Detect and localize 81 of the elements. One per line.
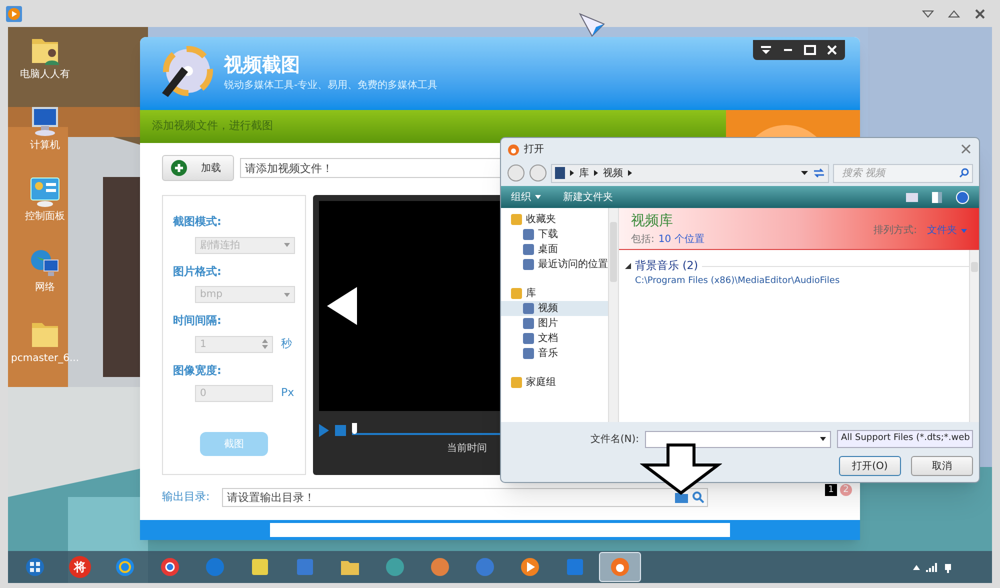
nav-item[interactable]: 收藏夹 (501, 212, 608, 227)
plus-icon (171, 160, 187, 176)
desktop-icon-label[interactable]: 电脑人人有 (20, 67, 70, 82)
stop-icon[interactable] (335, 424, 346, 436)
option-label: 图像宽度: (173, 362, 222, 378)
film-icon (555, 167, 565, 179)
filename-label: 文件名(N): (590, 432, 639, 446)
chevron-icon (628, 170, 632, 176)
caret-icon (535, 195, 541, 199)
caret-icon[interactable] (801, 171, 808, 175)
address-bar[interactable]: 库 视频 (551, 164, 829, 182)
filename-field[interactable] (645, 430, 831, 448)
open-button[interactable]: 打开(O) (839, 456, 901, 476)
play-icon (519, 556, 541, 578)
group-header[interactable]: 背景音乐 (2) (635, 258, 698, 274)
search-icon[interactable] (692, 490, 704, 502)
slider-thumb[interactable] (352, 423, 357, 434)
load-button[interactable]: 加载 (162, 155, 234, 181)
maximize-icon[interactable] (802, 44, 818, 56)
library-title: 视频库 (631, 212, 674, 231)
search-icon[interactable] (959, 168, 969, 178)
back-icon[interactable] (507, 164, 525, 182)
refresh-icon[interactable] (813, 168, 825, 178)
cancel-button[interactable]: 取消 (911, 456, 973, 476)
forward-icon[interactable] (529, 164, 547, 182)
output-folder-field[interactable]: 请设置输出目录！ (222, 488, 708, 506)
collapse-triangle-icon[interactable] (625, 263, 631, 270)
app-title: 视频截图 (224, 56, 301, 75)
nav-item[interactable]: 文档 (501, 331, 608, 346)
cursor-icon (578, 12, 606, 38)
option-label: 图片格式: (173, 264, 222, 280)
new-folder-button[interactable]: 新建文件夹 (563, 190, 613, 204)
start-orb-icon (24, 556, 46, 578)
down-arrow-icon (640, 443, 722, 495)
unit-label: Px (281, 385, 294, 402)
help-icon[interactable] (956, 190, 969, 204)
caret-icon (820, 437, 826, 441)
caret-icon (961, 228, 967, 232)
tray-arrow-icon[interactable] (913, 564, 920, 570)
app-subtitle: 锐动多媒体工具-专业、易用、免费的多媒体工具 (224, 81, 438, 91)
nav-item[interactable]: 家庭组 (501, 375, 608, 390)
scrollbar[interactable] (608, 208, 618, 422)
play-icon[interactable] (319, 424, 329, 436)
glyph-icon: 将 (69, 556, 91, 578)
locations-link[interactable]: 10 个位置 (658, 232, 704, 247)
option-label: 时间间隔: (173, 313, 222, 329)
current-time-label: 当前时间 (447, 442, 488, 456)
nav-item[interactable]: 桌面 (501, 242, 608, 257)
chrome-like-icon (159, 556, 181, 578)
breadcrumb-item[interactable]: 库 (579, 166, 589, 180)
unit-label: 秒 (281, 336, 292, 352)
nav-item[interactable]: 库 (501, 286, 608, 301)
nav-item[interactable]: 音乐 (501, 346, 608, 361)
preview-pane-icon[interactable] (932, 192, 942, 202)
view-icon[interactable] (906, 192, 918, 202)
nav-item[interactable]: 视频 (501, 301, 608, 316)
previous-arrow-icon[interactable] (327, 287, 359, 325)
option-label: 截图模式: (173, 214, 222, 230)
chevron-icon (570, 170, 574, 176)
output-label: 输出目录: (162, 488, 211, 505)
chevron-icon (594, 170, 598, 176)
search-field[interactable]: 搜索 视频 (833, 164, 973, 182)
signal-icon[interactable] (926, 562, 938, 572)
includes-label: 包括: (631, 233, 654, 247)
dialog-title: 打开 (524, 142, 544, 156)
menu-icon[interactable] (758, 44, 774, 56)
file-type-dropdown[interactable]: All Support Files (*.dts;*.web (837, 430, 973, 448)
nav-item[interactable]: 下载 (501, 227, 608, 242)
power-plug-icon[interactable] (944, 561, 952, 573)
taskbar-button[interactable]: 将 (59, 552, 101, 582)
breadcrumb-item[interactable]: 视频 (603, 166, 623, 180)
scrollbar[interactable] (969, 250, 979, 422)
collapse-icon[interactable] (922, 10, 934, 18)
expand-icon[interactable] (948, 10, 960, 18)
play-app-icon[interactable] (6, 6, 22, 22)
nav-item[interactable]: 最近访问的位置 (501, 257, 608, 272)
organize-menu[interactable]: 组织 (511, 190, 541, 204)
close-icon[interactable] (974, 8, 986, 20)
nav-item[interactable]: 图片 (501, 316, 608, 331)
folder-path[interactable]: C:\Program Files (x86)\MediaEditor\AudioFiles (625, 274, 969, 288)
arrange-label: 排列方式: (874, 224, 917, 238)
